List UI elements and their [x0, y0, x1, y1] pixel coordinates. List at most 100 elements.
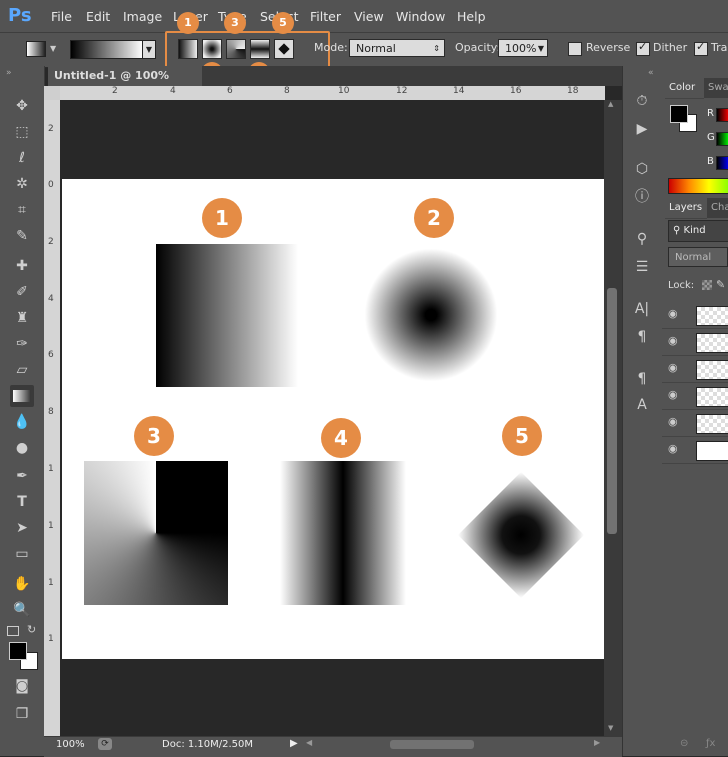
layers-tab[interactable]: Layers	[665, 198, 707, 219]
menu-edit[interactable]: Edit	[86, 0, 110, 32]
hscroll-right-icon[interactable]: ▶	[594, 738, 600, 747]
layer-thumbnail	[696, 360, 728, 380]
vertical-ruler[interactable]: 2 0 2 4 6 8 1 1 1 1	[44, 100, 61, 736]
menu-help[interactable]: Help	[457, 0, 486, 32]
opacity-input[interactable]: 100% ▼	[498, 39, 548, 57]
visibility-eye-icon[interactable]: ◉	[668, 389, 682, 401]
default-colors-icon[interactable]	[7, 626, 19, 636]
color-panel-foreground-swatch[interactable]	[670, 105, 688, 123]
visibility-eye-icon[interactable]: ◉	[668, 308, 682, 320]
move-tool-icon[interactable]: ✥	[10, 95, 34, 117]
brush-tool-icon[interactable]: ✐	[10, 281, 34, 303]
gradient-picker-chevron-icon[interactable]: ▼	[142, 40, 156, 59]
brush-presets-icon[interactable]: ⚲	[630, 228, 654, 250]
layer-row[interactable]: ◉	[662, 302, 728, 329]
layer-row[interactable]: ◉	[662, 329, 728, 356]
layer-filter-kind[interactable]: ⚲ Kind	[668, 220, 728, 242]
blue-slider[interactable]	[716, 156, 728, 170]
quick-mask-icon[interactable]: ◙	[10, 675, 34, 697]
eyedropper-tool-icon[interactable]: ✎	[10, 225, 34, 247]
lock-transparent-icon[interactable]	[702, 280, 712, 290]
hscroll-left-icon[interactable]: ◀	[306, 738, 312, 747]
history-brush-tool-icon[interactable]: ✑	[10, 333, 34, 355]
menu-file[interactable]: File	[51, 0, 72, 32]
menu-filter[interactable]: Filter	[310, 0, 341, 32]
blend-mode-select[interactable]: Normal	[668, 247, 728, 267]
vertical-scrollbar-thumb[interactable]	[607, 288, 617, 534]
clone-stamp-tool-icon[interactable]: ♜	[10, 307, 34, 329]
marquee-tool-icon[interactable]: ⬚	[10, 121, 34, 143]
menu-image[interactable]: Image	[123, 0, 162, 32]
gradient-tool-preset-icon[interactable]	[26, 41, 46, 57]
paragraph-panel-icon[interactable]: ¶	[630, 326, 654, 348]
rectangle-tool-icon[interactable]: ▭	[10, 543, 34, 565]
link-layers-icon[interactable]: ⊝	[680, 738, 688, 749]
horizontal-scrollbar-thumb[interactable]	[390, 740, 474, 749]
paragraph-styles-icon[interactable]: ¶	[630, 368, 654, 390]
document-tab[interactable]: Untitled-1 @ 100% (RGB/8)	[48, 66, 202, 102]
angle-gradient-icon[interactable]	[226, 39, 246, 59]
character-styles-icon[interactable]: A	[630, 394, 654, 416]
scroll-up-icon[interactable]: ▲	[608, 100, 613, 108]
layer-row[interactable]: ◉	[662, 410, 728, 437]
color-tab[interactable]: Color	[665, 78, 704, 99]
lock-brush-icon[interactable]: ✎	[716, 278, 725, 291]
status-menu-arrow-icon[interactable]: ▶	[290, 738, 298, 749]
properties-panel-icon[interactable]: ☰	[630, 256, 654, 278]
red-slider[interactable]	[716, 108, 728, 122]
radial-gradient-icon[interactable]	[202, 39, 222, 59]
visibility-eye-icon[interactable]: ◉	[668, 335, 682, 347]
dodge-tool-icon[interactable]: ●	[10, 437, 34, 459]
reverse-checkbox[interactable]	[568, 42, 582, 56]
dock-collapse-icon[interactable]: «	[648, 68, 654, 78]
lasso-tool-icon[interactable]: ℓ	[10, 147, 34, 169]
eraser-tool-icon[interactable]: ▱	[10, 359, 34, 381]
hand-tool-icon[interactable]: ✋	[10, 573, 34, 595]
crop-tool-icon[interactable]: ⌗	[10, 199, 34, 221]
magic-wand-tool-icon[interactable]: ✲	[10, 173, 34, 195]
swatches-tab[interactable]: Swa	[704, 78, 728, 98]
swap-colors-icon[interactable]: ↻	[27, 623, 36, 636]
layer-row-background[interactable]: ◉	[662, 437, 728, 464]
layer-row[interactable]: ◉	[662, 356, 728, 383]
visibility-eye-icon[interactable]: ◉	[668, 443, 682, 455]
horizontal-ruler[interactable]: 2 4 6 8 10 12 14 16 18	[60, 86, 605, 101]
layer-row[interactable]: ◉	[662, 383, 728, 410]
gradient-tool-icon[interactable]	[10, 385, 34, 407]
ruler-origin[interactable]	[44, 86, 60, 100]
healing-brush-tool-icon[interactable]: ✚	[10, 255, 34, 277]
mode-select[interactable]: Normal ⇕	[349, 39, 445, 57]
path-selection-tool-icon[interactable]: ➤	[10, 517, 34, 539]
foreground-color-swatch[interactable]	[9, 642, 27, 660]
type-tool-icon[interactable]: T	[10, 491, 34, 513]
collapse-arrows-icon[interactable]: »	[6, 68, 12, 78]
menu-window[interactable]: Window	[396, 0, 445, 32]
fx-icon[interactable]: ƒx	[706, 738, 715, 749]
actions-panel-icon[interactable]: ▶	[630, 118, 654, 140]
dither-checkbox[interactable]: ✓	[636, 40, 650, 56]
visibility-eye-icon[interactable]: ◉	[668, 416, 682, 428]
transparency-checkbox[interactable]: ✓	[694, 40, 708, 56]
linear-gradient-icon[interactable]	[178, 39, 198, 59]
zoom-level[interactable]: 100%	[56, 739, 85, 750]
visibility-eye-icon[interactable]: ◉	[668, 362, 682, 374]
green-slider[interactable]	[716, 132, 728, 146]
gradient-picker[interactable]	[70, 40, 144, 59]
zoom-tool-icon[interactable]: 🔍	[10, 599, 34, 621]
screen-mode-icon[interactable]: ❐	[10, 703, 34, 725]
3d-panel-icon[interactable]: ⬡	[630, 158, 654, 180]
color-ramp[interactable]	[668, 178, 728, 194]
channels-tab[interactable]: Cha	[707, 198, 728, 218]
character-panel-icon[interactable]: A|	[630, 298, 654, 320]
preset-chevron-down-icon[interactable]: ▼	[50, 44, 56, 53]
menu-view[interactable]: View	[354, 0, 384, 32]
info-panel-icon[interactable]: ⓘ	[630, 186, 654, 208]
pen-tool-icon[interactable]: ✒	[10, 465, 34, 487]
scroll-down-icon[interactable]: ▼	[608, 724, 613, 732]
lock-label: Lock:	[668, 280, 695, 291]
blur-tool-icon[interactable]: 💧	[10, 411, 34, 433]
share-icon[interactable]: ⟳	[98, 738, 112, 750]
history-panel-icon[interactable]: ⏱	[630, 90, 654, 112]
reflected-gradient-icon[interactable]	[250, 39, 270, 59]
diamond-gradient-icon[interactable]	[274, 39, 294, 59]
